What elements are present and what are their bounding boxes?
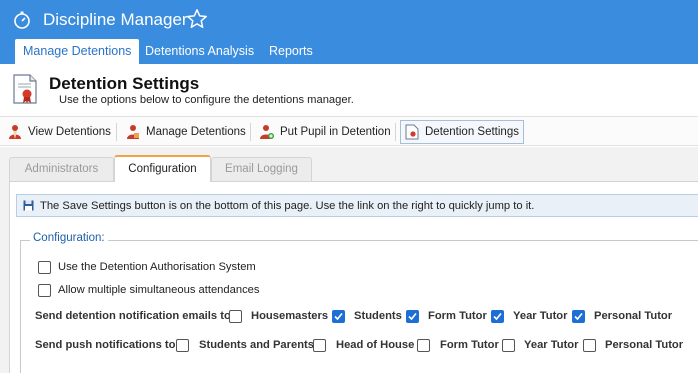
email-housemasters-checkbox[interactable]	[229, 310, 242, 323]
checkmark-icon	[493, 312, 502, 321]
save-icon	[23, 200, 34, 211]
configuration-legend: Configuration:	[30, 232, 108, 244]
toolbar-divider	[395, 123, 396, 141]
app-header: Discipline Manager Manage Detentions Det…	[0, 0, 698, 64]
nav-tab-reports[interactable]: Reports	[261, 39, 321, 64]
use-authorisation-checkbox[interactable]	[38, 261, 51, 274]
push-personal-tutor-checkbox[interactable]	[583, 339, 596, 352]
use-authorisation-label: Use the Detention Authorisation System	[58, 261, 256, 273]
pupil-add-icon	[260, 125, 274, 139]
push-personal-tutor-label: Personal Tutor	[605, 339, 684, 351]
email-year-tutor-checkbox[interactable]	[491, 310, 504, 323]
push-students-parents-label: Students and Parents	[199, 339, 315, 351]
pupil-edit-icon	[127, 125, 139, 139]
manage-detentions-label: Manage Detentions	[146, 126, 246, 138]
view-detentions-button[interactable]: View Detentions	[4, 120, 115, 144]
checkmark-icon	[574, 312, 583, 321]
push-year-tutor-checkbox[interactable]	[502, 339, 515, 352]
toolbar: View Detentions Manage Detentions Put Pu…	[0, 116, 698, 146]
page-subtitle: Use the options below to configure the d…	[59, 94, 354, 106]
put-pupil-in-detention-button[interactable]: Put Pupil in Detention	[256, 120, 395, 144]
push-head-of-house-checkbox[interactable]	[313, 339, 326, 352]
settings-content: Administrators Configuration Email Loggi…	[0, 147, 698, 373]
nav-tab-detentions-analysis[interactable]: Detentions Analysis	[137, 39, 262, 64]
email-year-tutor-label: Year Tutor	[513, 310, 568, 322]
push-students-parents-checkbox[interactable]	[176, 339, 189, 352]
push-head-of-house-label: Head of House	[336, 339, 415, 351]
push-form-tutor-checkbox[interactable]	[417, 339, 430, 352]
email-personal-tutor-label: Personal Tutor	[594, 310, 673, 322]
configuration-fieldset	[20, 240, 698, 373]
email-students-label: Students	[354, 310, 402, 322]
tab-email-logging[interactable]: Email Logging	[211, 157, 312, 181]
allow-multiple-attendances-label: Allow multiple simultaneous attendances	[58, 284, 260, 296]
view-detentions-label: View Detentions	[28, 126, 111, 138]
put-pupil-in-detention-label: Put Pupil in Detention	[280, 126, 391, 138]
email-personal-tutor-checkbox[interactable]	[572, 310, 585, 323]
page-title: Detention Settings	[49, 74, 200, 93]
star-outline-icon[interactable]	[186, 8, 208, 30]
checkmark-icon	[408, 312, 417, 321]
checkmark-icon	[334, 312, 343, 321]
toolbar-divider	[250, 123, 251, 141]
email-form-tutor-checkbox[interactable]	[406, 310, 419, 323]
email-students-checkbox[interactable]	[332, 310, 345, 323]
nav-tab-manage-detentions[interactable]: Manage Detentions	[15, 39, 140, 64]
app-title: Discipline Manager	[43, 10, 188, 29]
detention-settings-label: Detention Settings	[425, 126, 519, 138]
toolbar-divider	[116, 123, 117, 141]
allow-multiple-attendances-checkbox[interactable]	[38, 284, 51, 297]
email-notifications-label: Send detention notification emails to:	[35, 310, 235, 322]
push-notifications-label: Send push notifications to:	[35, 339, 180, 351]
detention-settings-button[interactable]: Detention Settings	[400, 120, 524, 144]
info-bar: The Save Settings button is on the botto…	[16, 194, 698, 217]
document-ribbon-icon	[13, 74, 37, 104]
stopwatch-icon	[14, 11, 30, 29]
push-year-tutor-label: Year Tutor	[524, 339, 579, 351]
document-ribbon-icon	[405, 124, 419, 140]
push-form-tutor-label: Form Tutor	[440, 339, 499, 351]
manage-detentions-button[interactable]: Manage Detentions	[122, 120, 250, 144]
email-housemasters-label: Housemasters	[251, 310, 329, 322]
tab-configuration[interactable]: Configuration	[114, 155, 211, 182]
tab-administrators[interactable]: Administrators	[9, 157, 114, 181]
info-text: The Save Settings button is on the botto…	[40, 199, 535, 212]
pupil-icon	[9, 125, 21, 139]
email-form-tutor-label: Form Tutor	[428, 310, 487, 322]
